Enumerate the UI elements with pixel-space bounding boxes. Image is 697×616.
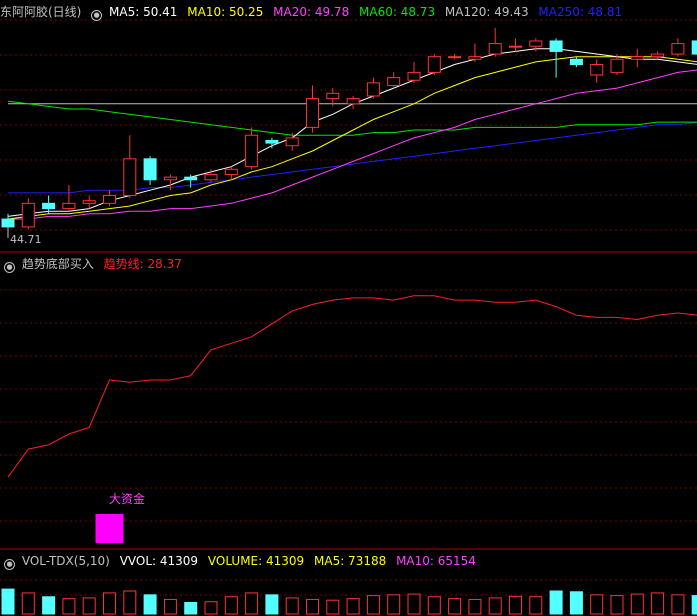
volume-value: VOLUME: 41309 bbox=[207, 554, 305, 568]
volume-bar bbox=[610, 595, 624, 615]
volume-bar bbox=[82, 597, 96, 615]
indicator-name[interactable]: 趋势底部买入 bbox=[22, 257, 94, 271]
volume-bar bbox=[630, 593, 644, 615]
ma250-value: MA250: 48.81 bbox=[538, 5, 623, 19]
candle-body bbox=[569, 58, 583, 66]
volume-bar bbox=[285, 597, 299, 615]
volume-bar bbox=[245, 592, 259, 615]
candle-body bbox=[184, 176, 198, 181]
candle-body bbox=[204, 174, 218, 181]
indicator-panel-header: ● 趋势底部买入 趋势线: 28.37 bbox=[4, 256, 188, 273]
candle-body bbox=[265, 139, 279, 144]
volume-bar bbox=[569, 591, 583, 615]
candle-body bbox=[387, 77, 401, 86]
candle-body bbox=[326, 92, 340, 100]
candle-body bbox=[407, 71, 421, 81]
candle-body bbox=[671, 43, 685, 55]
candle-body bbox=[366, 82, 380, 97]
candle-body bbox=[549, 40, 563, 52]
candle-body bbox=[143, 158, 157, 181]
panel-options-icon[interactable]: ● bbox=[91, 10, 103, 21]
candle-body bbox=[21, 202, 35, 228]
indicator-options-icon[interactable]: ● bbox=[4, 262, 15, 273]
candle-body bbox=[245, 134, 259, 168]
ma120-value: MA120: 49.43 bbox=[444, 5, 529, 19]
volume-bar bbox=[468, 598, 482, 615]
volume-bar bbox=[306, 598, 319, 615]
vvol-value: VVOL: 41309 bbox=[119, 554, 199, 568]
volume-bar bbox=[143, 594, 157, 615]
volume-bar bbox=[42, 596, 56, 615]
volume-bar bbox=[529, 596, 543, 615]
volume-bar bbox=[21, 592, 35, 615]
ma5-value: MA5: 50.41 bbox=[109, 5, 178, 19]
volume-bar bbox=[671, 594, 685, 615]
volume-bar bbox=[590, 594, 604, 615]
volume-bar bbox=[509, 595, 522, 615]
volume-ma5-value: MA5: 73188 bbox=[314, 554, 387, 568]
candle-body bbox=[224, 168, 238, 176]
candle-body bbox=[82, 200, 96, 204]
volume-bar bbox=[387, 594, 401, 615]
ma10-value: MA10: 50.25 bbox=[187, 5, 264, 19]
panel-separators bbox=[0, 251, 697, 550]
volume-bars bbox=[1, 588, 697, 615]
candle-body bbox=[630, 56, 644, 60]
candle-body bbox=[62, 202, 76, 210]
volume-bar bbox=[224, 596, 238, 615]
candle-body bbox=[346, 98, 360, 105]
volume-bar bbox=[204, 601, 218, 615]
volume-bar bbox=[407, 593, 421, 615]
volume-indicator-name[interactable]: VOL-TDX(5,10) bbox=[22, 554, 110, 568]
candle-body bbox=[306, 98, 319, 128]
volume-bar bbox=[62, 598, 76, 615]
volume-bar bbox=[651, 592, 665, 615]
volume-bar bbox=[123, 590, 137, 615]
candle-body bbox=[123, 158, 137, 196]
volume-bar bbox=[1, 588, 15, 615]
volume-bar bbox=[549, 590, 563, 615]
volume-bar bbox=[265, 594, 279, 615]
volume-bar bbox=[448, 598, 462, 615]
low-price-label: 44.71 bbox=[10, 233, 42, 246]
big-fund-block bbox=[95, 514, 124, 543]
volume-bar bbox=[346, 598, 360, 615]
candle-body bbox=[691, 40, 697, 55]
volume-bar bbox=[326, 599, 340, 615]
volume-bar bbox=[427, 596, 441, 615]
volume-bar bbox=[488, 597, 502, 615]
candle-body bbox=[427, 56, 441, 73]
main-panel-header: 东阿阿胶(日线) ● MA5: 50.41 MA10: 50.25 MA20: … bbox=[0, 4, 628, 21]
ma20-value: MA20: 49.78 bbox=[273, 5, 350, 19]
stock-chart[interactable] bbox=[0, 0, 697, 616]
candle-body bbox=[163, 176, 177, 181]
candle-body bbox=[509, 45, 522, 48]
volume-bar bbox=[691, 595, 697, 615]
ma60-value: MA60: 48.73 bbox=[359, 5, 436, 19]
candle-body bbox=[103, 194, 116, 204]
candle-body bbox=[448, 56, 462, 59]
candle-body bbox=[285, 137, 299, 147]
candle-body bbox=[42, 202, 56, 210]
candle-body bbox=[610, 58, 624, 73]
stock-title[interactable]: 东阿阿胶(日线) bbox=[0, 5, 81, 19]
big-fund-label: 大资金 bbox=[109, 492, 146, 506]
volume-bar bbox=[366, 595, 380, 615]
candle-body bbox=[1, 218, 15, 228]
volume-bar bbox=[163, 598, 177, 615]
candle-body bbox=[529, 40, 543, 47]
big-fund-marker bbox=[95, 514, 124, 543]
trend-line-value: 趋势线: 28.37 bbox=[103, 257, 182, 271]
volume-panel-header: ● VOL-TDX(5,10) VVOL: 41309 VOLUME: 4130… bbox=[4, 553, 482, 570]
candle-body bbox=[488, 43, 502, 55]
volume-ma10-value: MA10: 65154 bbox=[396, 554, 476, 568]
candle-body bbox=[468, 56, 482, 60]
volume-options-icon[interactable]: ● bbox=[4, 559, 15, 570]
candle-body bbox=[590, 64, 604, 76]
volume-bar bbox=[103, 592, 116, 615]
volume-bar bbox=[184, 602, 198, 615]
candle-body bbox=[651, 53, 665, 58]
